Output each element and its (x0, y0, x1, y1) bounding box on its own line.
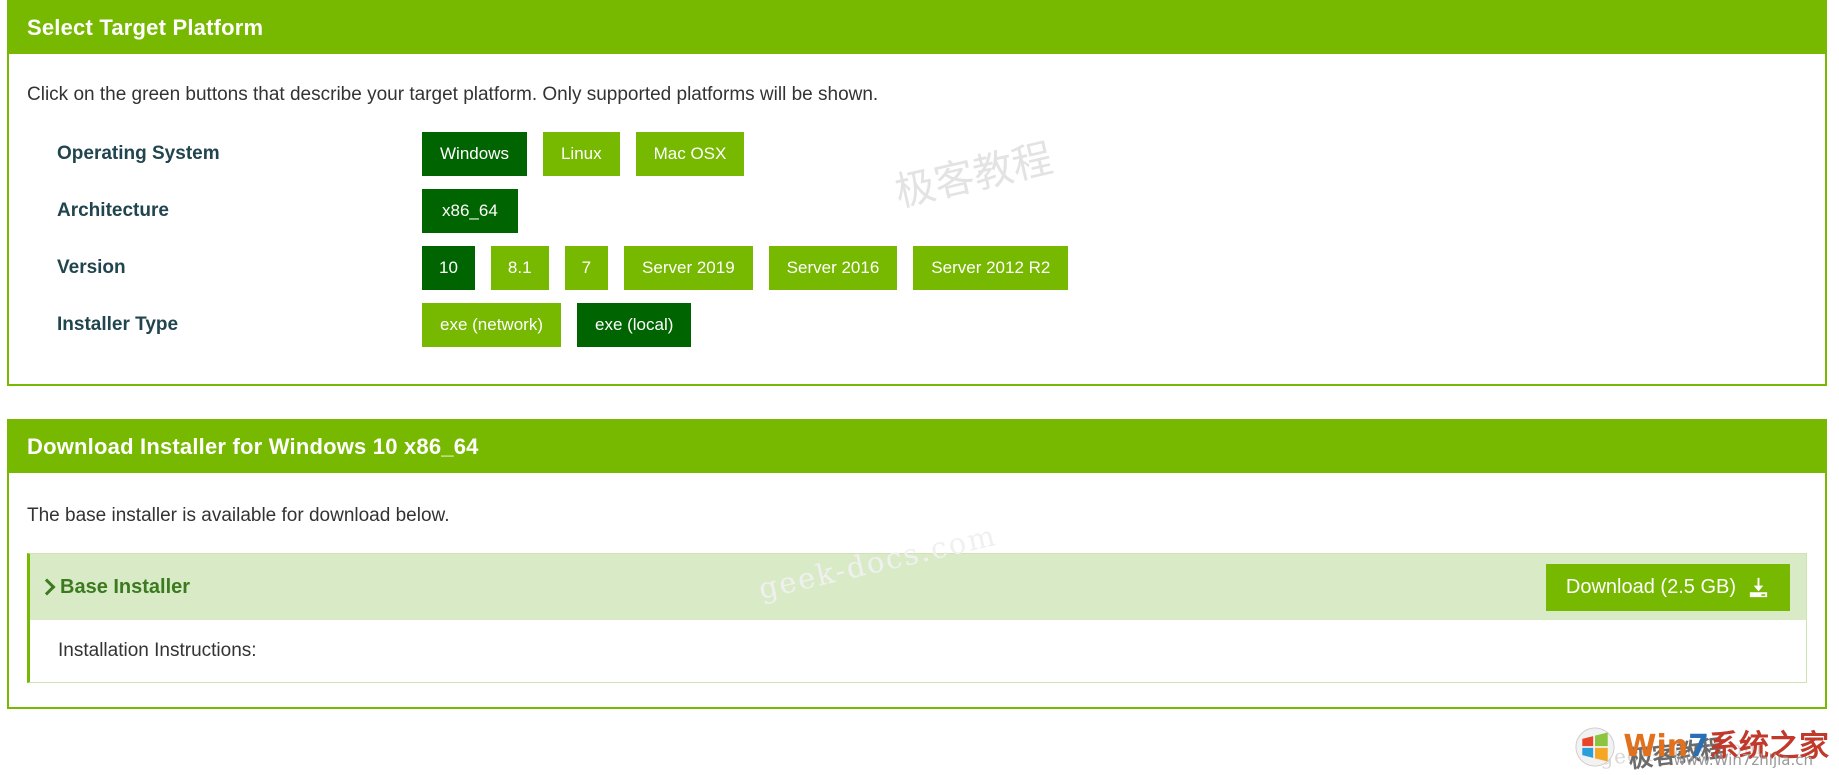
option-windows[interactable]: Windows (422, 132, 527, 177)
select-platform-header: Select Target Platform (9, 2, 1825, 55)
download-button[interactable]: Download (2.5 GB) (1545, 563, 1790, 611)
option-exe-network[interactable]: exe (network) (422, 303, 561, 348)
option-version-server-2019[interactable]: Server 2019 (624, 246, 753, 291)
option-group-version: 10 8.1 7 Server 2019 Server 2016 Server … (422, 246, 1069, 291)
page-root: Select Target Platform Click on the gree… (0, 0, 1839, 774)
logo-chinese-text: 系统之家 (1709, 729, 1829, 764)
base-installer-label: Base Installer (60, 575, 191, 598)
option-linux[interactable]: Linux (542, 132, 620, 177)
row-label-installer-type: Installer Type (57, 314, 179, 336)
row-label-architecture: Architecture (57, 200, 169, 222)
select-target-platform-panel: Select Target Platform Click on the gree… (7, 0, 1827, 387)
row-architecture: Architecture x86_64 (27, 189, 1807, 234)
option-x86-64[interactable]: x86_64 (422, 189, 518, 234)
download-icon (1747, 576, 1770, 599)
option-group-architecture: x86_64 (422, 189, 518, 234)
watermark-geek-docs-small: geek-docs.com (1599, 734, 1764, 770)
win7-logo-watermark: Win 7 系统之家 www.Win7zhijia.cn (1573, 727, 1829, 769)
select-platform-intro: Click on the green buttons that describe… (27, 84, 879, 106)
logo-url-text: www.Win7zhijia.cn (1673, 751, 1813, 769)
row-label-version: Version (57, 257, 126, 279)
base-installer-block: Base Installer Download (2.5 GB) Install… (27, 553, 1807, 684)
base-installer-bar[interactable]: Base Installer Download (2.5 GB) (30, 554, 1806, 621)
option-mac-osx[interactable]: Mac OSX (635, 132, 745, 177)
download-installer-panel: Download Installer for Windows 10 x86_64… (7, 419, 1827, 710)
row-version: Version 10 8.1 7 Server 2019 Server 2016… (27, 246, 1807, 291)
download-button-label: Download (2.5 GB) (1565, 575, 1736, 598)
download-intro-text: The base installer is available for down… (27, 505, 450, 527)
windows-flag-icon (1575, 727, 1615, 767)
watermark-chinese-small: 极客教程 (1626, 734, 1726, 774)
option-group-operating-system: Windows Linux Mac OSX (422, 132, 745, 177)
win7-logo-text: Win 7 系统之家 (1623, 732, 1829, 762)
chevron-right-icon (40, 578, 51, 596)
download-installer-body: The base installer is available for down… (9, 473, 1825, 707)
logo-seven-text: 7 (1688, 729, 1709, 764)
option-version-7[interactable]: 7 (564, 246, 609, 291)
row-label-operating-system: Operating System (57, 143, 220, 165)
base-installer-title-group: Base Installer (40, 576, 190, 599)
row-operating-system: Operating System Windows Linux Mac OSX (27, 132, 1807, 177)
option-version-server-2012-r2[interactable]: Server 2012 R2 (913, 246, 1069, 291)
installation-instructions-section: Installation Instructions: (30, 620, 1806, 682)
select-platform-body: Click on the green buttons that describe… (9, 54, 1825, 384)
installation-instructions-label: Installation Instructions: (58, 640, 257, 662)
row-installer-type: Installer Type exe (network) exe (local) (27, 303, 1807, 348)
logo-win-text: Win (1623, 729, 1689, 764)
download-installer-header: Download Installer for Windows 10 x86_64 (9, 421, 1825, 474)
option-version-10[interactable]: 10 (422, 246, 475, 291)
option-group-installer-type: exe (network) exe (local) (422, 303, 692, 348)
option-version-server-2016[interactable]: Server 2016 (768, 246, 898, 291)
option-version-8-1[interactable]: 8.1 (490, 246, 549, 291)
option-exe-local[interactable]: exe (local) (576, 303, 692, 348)
